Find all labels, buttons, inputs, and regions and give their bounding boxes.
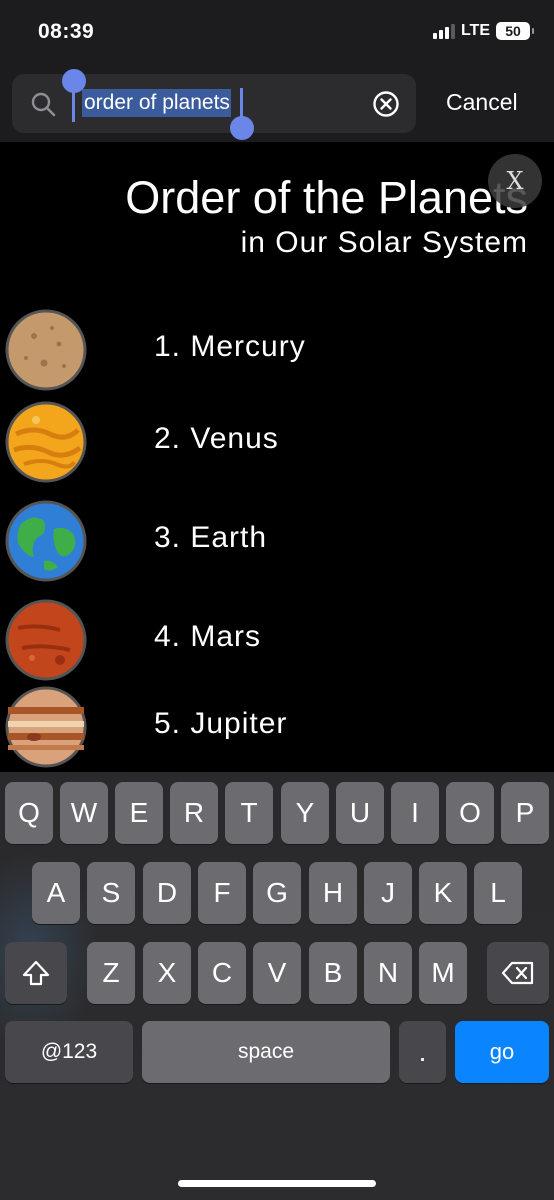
- key-e[interactable]: E: [115, 782, 163, 844]
- planet-label: 4. Mars: [154, 620, 262, 653]
- battery-level: 50: [505, 23, 521, 39]
- earth-icon: [5, 500, 87, 582]
- key-v[interactable]: V: [253, 942, 301, 1004]
- planet-label: 2. Venus: [154, 422, 279, 455]
- selection-end-handle[interactable]: [230, 116, 254, 140]
- battery-icon: 50: [496, 22, 534, 40]
- key-b[interactable]: B: [309, 942, 357, 1004]
- shift-key[interactable]: [5, 942, 67, 1004]
- key-j[interactable]: J: [364, 862, 412, 924]
- key-z[interactable]: Z: [87, 942, 135, 1004]
- cellular-signal-icon: [432, 23, 455, 39]
- key-a[interactable]: A: [32, 862, 80, 924]
- status-indicators: LTE 50: [432, 22, 534, 40]
- delete-key[interactable]: [487, 942, 549, 1004]
- cancel-button[interactable]: Cancel: [446, 89, 518, 116]
- selection-start-stem: [72, 92, 75, 122]
- go-key[interactable]: go: [455, 1021, 549, 1083]
- key-x[interactable]: X: [143, 942, 191, 1004]
- mars-icon: [5, 599, 87, 681]
- planet-row-mercury: 1. Mercury: [0, 308, 554, 392]
- key-c[interactable]: C: [198, 942, 246, 1004]
- key-o[interactable]: O: [446, 782, 494, 844]
- key-m[interactable]: M: [419, 942, 467, 1004]
- key-k[interactable]: K: [419, 862, 467, 924]
- key-l[interactable]: L: [474, 862, 522, 924]
- key-p[interactable]: P: [501, 782, 549, 844]
- key-f[interactable]: F: [198, 862, 246, 924]
- planet-label: 5. Jupiter: [154, 707, 288, 740]
- venus-icon: [5, 401, 87, 483]
- planet-label: 3. Earth: [154, 521, 268, 554]
- image-subtitle: in Our Solar System: [240, 226, 528, 259]
- planets-image: Order of the Planets in Our Solar System…: [0, 142, 554, 772]
- mercury-icon: [5, 309, 87, 391]
- planet-row-jupiter: 5. Jupiter: [0, 685, 554, 769]
- search-input[interactable]: order of planets: [82, 89, 231, 117]
- search-icon: [31, 92, 56, 117]
- key-g[interactable]: G: [253, 862, 301, 924]
- key-s[interactable]: S: [87, 862, 135, 924]
- key-h[interactable]: H: [309, 862, 357, 924]
- clear-text-icon[interactable]: [372, 90, 400, 118]
- selection-end-stem: [240, 88, 243, 118]
- close-image-button[interactable]: X: [488, 154, 542, 208]
- image-title: Order of the Planets: [125, 172, 528, 223]
- key-u[interactable]: U: [336, 782, 384, 844]
- period-key[interactable]: .: [399, 1021, 446, 1083]
- delete-icon: [501, 961, 534, 985]
- top-bar: 08:39 LTE 50 order of planets Cancel: [0, 0, 554, 142]
- jupiter-icon: [5, 686, 87, 768]
- key-n[interactable]: N: [364, 942, 412, 1004]
- key-d[interactable]: D: [143, 862, 191, 924]
- key-q[interactable]: Q: [5, 782, 53, 844]
- planet-row-venus: 2. Venus: [0, 400, 554, 484]
- planet-label: 1. Mercury: [154, 330, 306, 363]
- numbers-key[interactable]: @123: [5, 1021, 133, 1083]
- key-w[interactable]: W: [60, 782, 108, 844]
- shift-icon: [22, 960, 50, 986]
- network-type: LTE: [460, 22, 490, 39]
- key-r[interactable]: R: [170, 782, 218, 844]
- key-y[interactable]: Y: [281, 782, 329, 844]
- planet-row-mars: 4. Mars: [0, 598, 554, 682]
- key-i[interactable]: I: [391, 782, 439, 844]
- selection-start-handle[interactable]: [62, 69, 86, 93]
- key-t[interactable]: T: [225, 782, 273, 844]
- planet-row-earth: 3. Earth: [0, 499, 554, 583]
- space-key[interactable]: space: [142, 1021, 390, 1083]
- selected-search-text: order of planets: [82, 89, 231, 117]
- status-time: 08:39: [38, 20, 95, 43]
- home-indicator[interactable]: [178, 1180, 376, 1187]
